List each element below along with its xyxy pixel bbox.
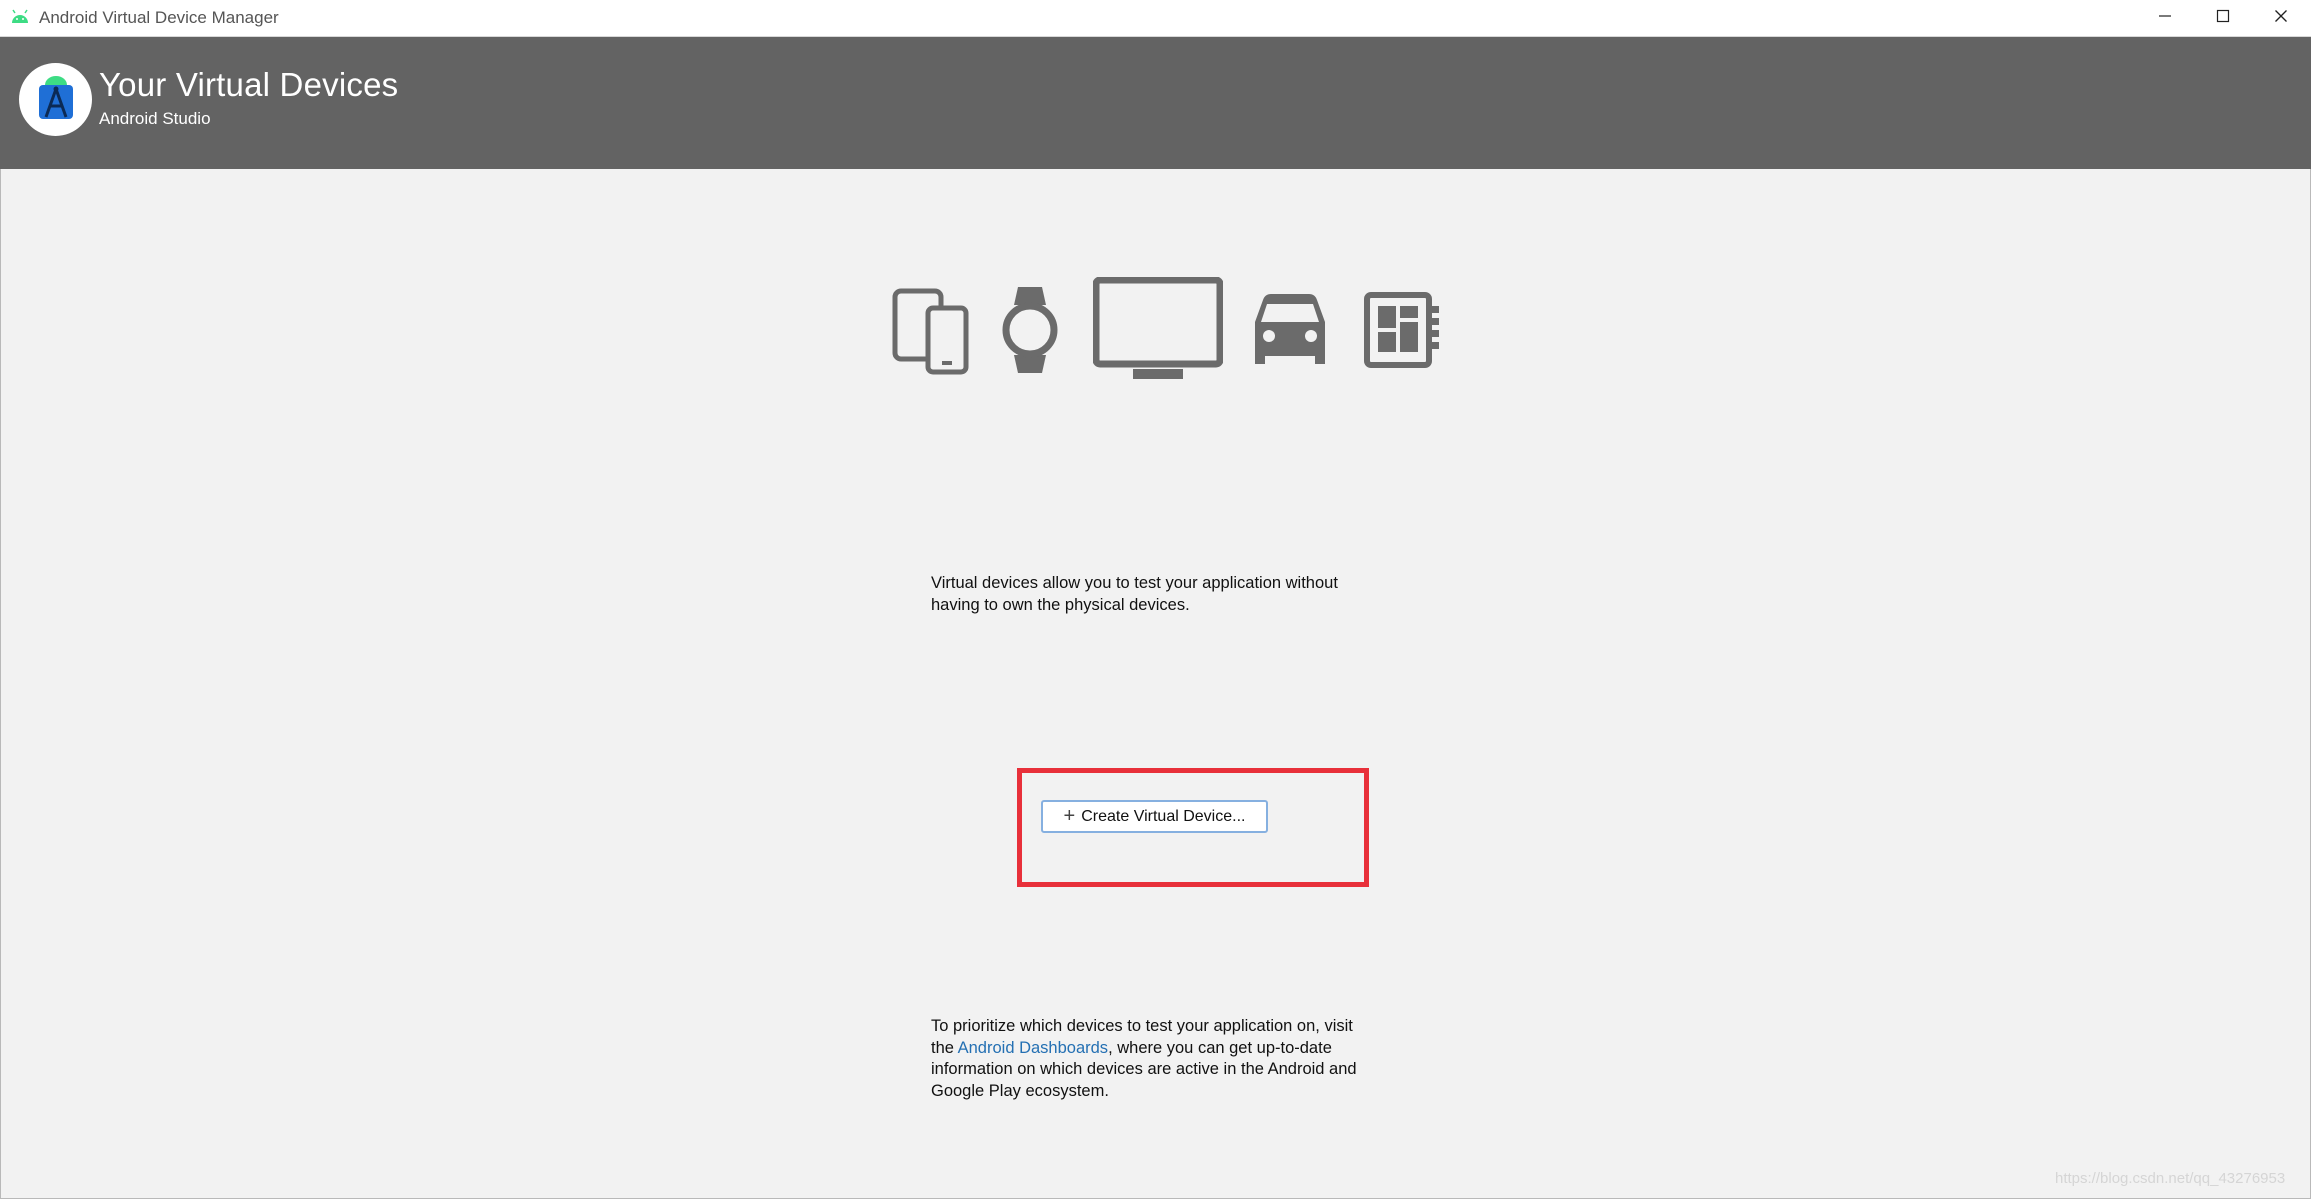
- android-studio-logo-icon: [19, 63, 92, 136]
- header-banner: Your Virtual Devices Android Studio: [0, 37, 2311, 169]
- minimize-button[interactable]: [2136, 0, 2194, 37]
- close-icon: [2274, 9, 2288, 28]
- title-bar[interactable]: Android Virtual Device Manager: [0, 0, 2311, 37]
- virtual-devices-description: Virtual devices allow you to test your a…: [931, 574, 1338, 614]
- car-icon: [1255, 294, 1325, 364]
- phone-tablet-icon: [892, 288, 969, 375]
- maximize-button[interactable]: [2194, 0, 2252, 37]
- maximize-icon: [2216, 9, 2230, 28]
- android-icon: [10, 9, 30, 25]
- create-virtual-device-button[interactable]: + Create Virtual Device...: [1041, 800, 1268, 833]
- plus-icon: +: [1063, 804, 1076, 827]
- things-board-icon: [1364, 292, 1439, 368]
- window-title: Android Virtual Device Manager: [39, 8, 279, 27]
- watermark: https://blog.csdn.net/qq_43276953: [2055, 1170, 2286, 1187]
- close-button[interactable]: [2252, 0, 2310, 37]
- create-virtual-device-label: Create Virtual Device...: [1081, 807, 1246, 825]
- device-icons-row: [885, 274, 1445, 384]
- android-dashboards-link[interactable]: Android Dashboards: [958, 1039, 1108, 1057]
- watch-icon: [1002, 287, 1058, 373]
- minimize-icon: [2158, 9, 2172, 28]
- page-title: Your Virtual Devices: [99, 66, 399, 103]
- tv-icon: [1093, 277, 1223, 379]
- page-subtitle: Android Studio: [99, 109, 211, 128]
- dashboards-description: To prioritize which devices to test your…: [931, 1016, 1371, 1102]
